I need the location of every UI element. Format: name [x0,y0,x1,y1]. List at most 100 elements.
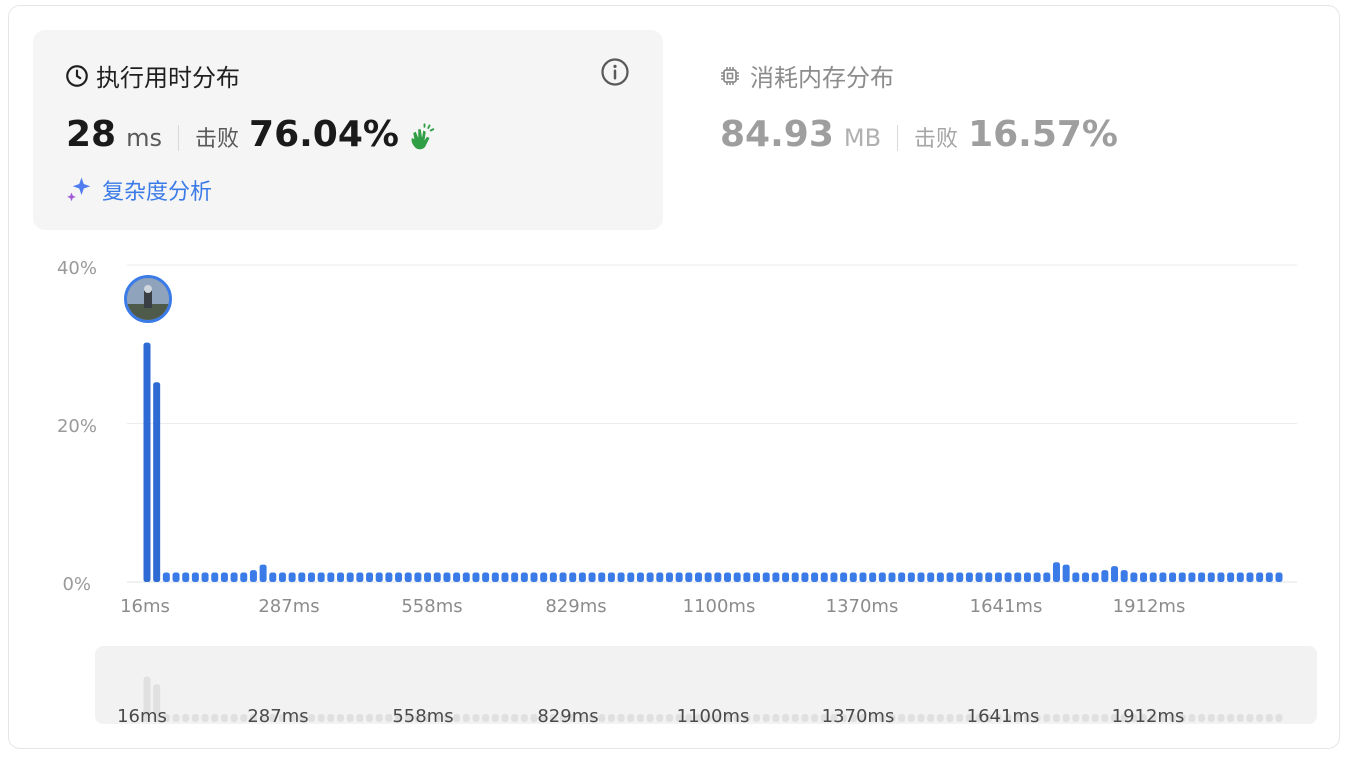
mini-chart-bar [356,714,364,722]
x-tick-label: 1370ms [825,596,899,617]
chart-bar [211,572,219,582]
range-tick-label: 1100ms [676,706,750,727]
chart-bar [598,572,606,582]
chart-bar [859,572,867,582]
chart-bar [1227,572,1235,582]
mini-chart-bar [1207,714,1215,722]
mini-chart-bar [1275,714,1283,722]
chart-bar [1275,572,1283,582]
user-avatar [124,275,172,323]
chart-bar [927,572,935,582]
chart-bar [520,572,528,582]
range-tick-label: 829ms [537,706,599,727]
mini-chart-bar [472,714,480,722]
chart-bar [753,572,761,582]
chart-bar [559,572,567,582]
mini-chart-bar [762,714,770,722]
chart-bar [162,572,170,582]
chart-bar [1198,572,1206,582]
chart-bar [385,572,393,582]
chart-bar [240,572,248,582]
chart-bar [472,572,480,582]
chart-bar [317,572,325,582]
chart-bar [956,572,964,582]
chart-bar [1178,572,1186,582]
mini-chart-bar [220,714,228,722]
chart-bar [220,572,228,582]
chart-bar [453,572,461,582]
chart-bar [278,572,286,582]
chart-bar [704,572,712,582]
chart-bar [878,572,886,582]
chart-bar [782,572,790,582]
range-tick-label: 1912ms [1111,706,1185,727]
chart-bar [714,572,722,582]
chart-bar [395,572,403,582]
chart-bar [307,572,315,582]
chart-bar [1072,572,1080,582]
mini-chart-bar [907,714,915,722]
chart-bar [936,572,944,582]
chart-bar [830,572,838,582]
chart-bar [1236,572,1244,582]
mini-chart-bar [366,714,374,722]
chart-bar [1023,572,1031,582]
mini-chart-bar [1081,714,1089,722]
chart-bar [491,572,499,582]
x-tick-label: 1641ms [969,596,1043,617]
chart-bar [811,572,819,582]
chart-bar [772,572,780,582]
mini-chart-bar [491,714,499,722]
chart-bar [743,572,751,582]
chart-bar [443,572,451,582]
chart-bar [1101,570,1109,582]
mini-chart-bar [1256,714,1264,722]
chart-bar [433,572,441,582]
mini-chart-bar [936,714,944,722]
chart-bar [965,572,973,582]
chart-bar [1246,572,1254,582]
chart-bar [540,572,548,582]
mini-chart-bar [346,714,354,722]
chart-bar [1159,572,1167,582]
mini-chart-bar [482,714,490,722]
mini-chart-bar [501,714,509,722]
mini-chart-bar [1198,714,1206,722]
chart-bar [849,572,857,582]
chart-bar [1004,572,1012,582]
chart-bar [1120,570,1128,582]
chart-bar [694,572,702,582]
mini-chart-bar [337,714,345,722]
chart-bar [501,572,509,582]
chart-bar [685,572,693,582]
mini-chart-bar [627,714,635,722]
chart-bar [249,570,257,582]
chart-bar [1043,572,1051,582]
chart-bar [1188,572,1196,582]
range-tick-label: 16ms [117,706,167,727]
x-tick-label: 16ms [120,596,170,617]
chart-bar [578,572,586,582]
chart-bar [1033,572,1041,582]
chart-bar [327,572,335,582]
x-tick-label: 1912ms [1112,596,1186,617]
mini-chart-bar [1217,714,1225,722]
chart-bar [191,572,199,582]
chart-bar [946,572,954,582]
chart-bar [617,572,625,582]
chart-bar [985,572,993,582]
chart-bar [201,572,209,582]
x-tick-label: 558ms [401,596,463,617]
chart-bar [569,572,577,582]
chart-bar [462,572,470,582]
chart-bar [791,572,799,582]
chart-bar [482,572,490,582]
mini-chart-bar [1265,714,1273,722]
chart-bar [172,572,180,582]
chart-bar [1014,572,1022,582]
chart-bar [356,572,364,582]
chart-bar [153,382,161,582]
chart-bar [288,572,296,582]
mini-chart-bar [917,714,925,722]
chart-bar [1217,572,1225,582]
